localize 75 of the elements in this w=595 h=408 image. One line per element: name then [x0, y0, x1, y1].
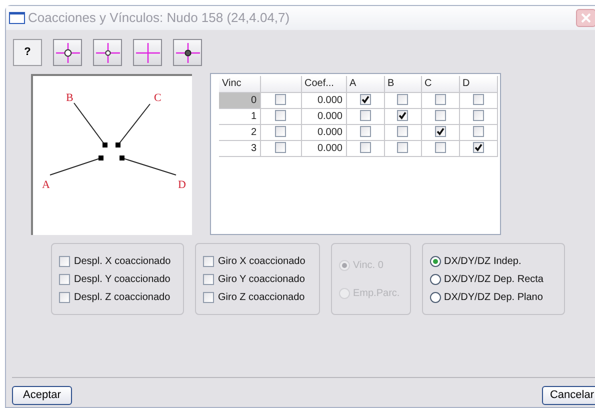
table-cell: 0.000: [301, 108, 346, 124]
row-number-cell[interactable]: 1: [219, 108, 260, 124]
checkbox[interactable]: [275, 126, 286, 138]
checkbox[interactable]: [434, 126, 446, 138]
checkbox[interactable]: [203, 292, 214, 302]
close-icon: [581, 13, 591, 23]
column-header[interactable]: Vinc: [219, 76, 260, 92]
window-title: Coacciones y Vínculos: Nudo 158 (24,4.04,7): [28, 9, 290, 28]
checkbox-label[interactable]: Giro Z coaccionado: [218, 290, 305, 304]
member-line: [50, 156, 104, 176]
checkbox[interactable]: [472, 142, 484, 154]
column-header[interactable]: D: [459, 76, 497, 92]
column-header[interactable]: Coef...: [301, 76, 346, 92]
checkbox[interactable]: [434, 142, 446, 154]
node-button[interactable]: [133, 39, 162, 66]
checkbox[interactable]: [275, 94, 286, 106]
checkbox[interactable]: [275, 110, 286, 122]
checkbox[interactable]: [434, 94, 446, 106]
member-label: D: [178, 179, 186, 191]
member-line: [74, 102, 108, 148]
help-button[interactable]: ?: [13, 39, 42, 66]
checkbox-label[interactable]: Despl. Z coaccionado: [74, 290, 170, 304]
table-cell: 0.000: [301, 140, 346, 156]
checkbox[interactable]: [397, 142, 408, 154]
member-line: [116, 104, 150, 148]
window-icon: [9, 12, 25, 24]
node-button[interactable]: [53, 39, 82, 66]
checkbox-label[interactable]: Despl. Y coaccionado: [74, 272, 170, 286]
table-cell: 0.000: [301, 92, 346, 108]
ring-icon: [56, 42, 80, 62]
checkbox[interactable]: [59, 256, 70, 266]
checkbox-label[interactable]: Despl. X coaccionado: [74, 254, 171, 268]
checkbox[interactable]: [59, 274, 70, 284]
member-label: C: [154, 92, 162, 104]
checkbox[interactable]: [472, 126, 484, 138]
checkbox[interactable]: [397, 110, 408, 122]
member-line: [120, 156, 176, 176]
checkbox[interactable]: [472, 94, 484, 106]
checkbox-label[interactable]: Giro Y coaccionado: [218, 272, 305, 286]
radio-button[interactable]: [430, 274, 441, 284]
checkbox[interactable]: [203, 256, 214, 266]
checkbox[interactable]: [275, 142, 286, 154]
ring-icon: [96, 42, 120, 62]
accept-button[interactable]: Aceptar: [12, 386, 72, 405]
checkbox[interactable]: [203, 274, 214, 284]
node-button[interactable]: [93, 39, 122, 66]
radio-label[interactable]: DX/DY/DZ Dep. Plano: [444, 290, 543, 304]
checkbox[interactable]: [360, 94, 370, 106]
row-number-cell[interactable]: 3: [219, 140, 260, 156]
checkbox[interactable]: [434, 110, 446, 122]
member-label: B: [66, 92, 74, 104]
radio-label[interactable]: DX/DY/DZ Dep. Recta: [444, 272, 544, 286]
checkbox[interactable]: [59, 292, 70, 302]
column-header[interactable]: C: [421, 76, 459, 92]
checkbox[interactable]: [360, 110, 370, 122]
checkbox[interactable]: [360, 126, 370, 138]
member-label: A: [42, 179, 50, 191]
table-cell: 0.000: [301, 124, 346, 140]
radio-button[interactable]: [430, 292, 441, 302]
cancel-button[interactable]: Cancelar: [542, 386, 595, 405]
row-number-cell[interactable]: 0: [219, 92, 260, 108]
checkbox[interactable]: [472, 110, 484, 122]
row-number-cell[interactable]: 2: [219, 124, 260, 140]
node-button[interactable]: [173, 39, 202, 66]
checkbox-label[interactable]: Giro X coaccionado: [218, 254, 306, 268]
checkbox[interactable]: [397, 94, 408, 106]
checkbox[interactable]: [397, 126, 408, 138]
cross-icon: [136, 42, 160, 62]
radio-label[interactable]: DX/DY/DZ Indep.: [444, 254, 522, 268]
column-header[interactable]: B: [384, 76, 421, 92]
radio-button[interactable]: [430, 256, 441, 266]
dot-icon: [176, 42, 200, 62]
checkbox[interactable]: [360, 142, 370, 154]
column-header[interactable]: A: [346, 76, 384, 92]
close-button[interactable]: [576, 9, 595, 27]
